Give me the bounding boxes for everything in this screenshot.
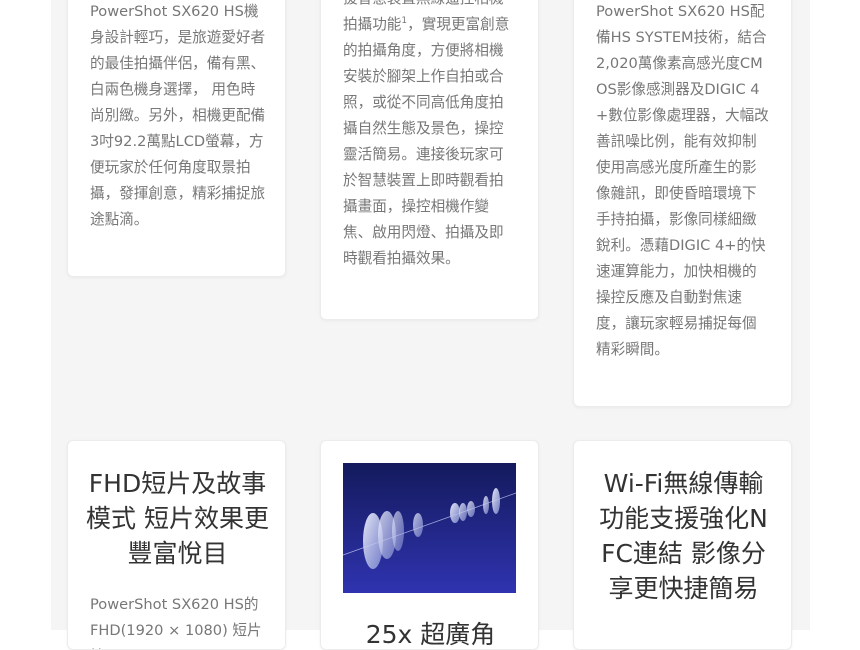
feature-card-wifi: Wi-Fi無線傳輸功能支援強化NFC連結 影像分享更快捷簡易 (573, 440, 792, 650)
feature-card-remote: 援智慧裝置無線遙控相機拍攝功能1，實現更富創意的拍攝角度，方便將相機安裝於腳架上… (320, 0, 539, 320)
feature-card-zoom: 25x 超廣角 (320, 440, 539, 650)
feature-card-design: PowerShot SX620 HS機身設計輕巧，是旅遊愛好者的最佳拍攝伴侶，備… (67, 0, 286, 277)
feature-card-text: PowerShot SX620 HS配備HS SYSTEM技術，結合2,020萬… (596, 3, 769, 358)
feature-card-title: Wi-Fi無線傳輸功能支援強化NFC連結 影像分享更快捷簡易 (599, 469, 768, 603)
feature-card-title: FHD短片及故事模式 短片效果更豐富悅目 (86, 469, 269, 568)
feature-card-fhd-video: FHD短片及故事模式 短片效果更豐富悅目 PowerShot SX620 HS的… (67, 440, 286, 650)
feature-card-sensor: PowerShot SX620 HS配備HS SYSTEM技術，結合2,020萬… (573, 0, 792, 407)
feature-card-text: 援智慧裝置無線遙控相機拍攝功能1，實現更富創意的拍攝角度，方便將相機安裝於腳架上… (343, 0, 510, 267)
feature-card-text: PowerShot SX620 HS機身設計輕巧，是旅遊愛好者的最佳拍攝伴侶，備… (90, 3, 266, 228)
feature-card-text: PowerShot SX620 HS的FHD(1920 × 1080) 短片拍 (90, 596, 262, 649)
feature-card-title: 25x 超廣角 (365, 620, 496, 649)
lens-elements-image (343, 463, 516, 593)
